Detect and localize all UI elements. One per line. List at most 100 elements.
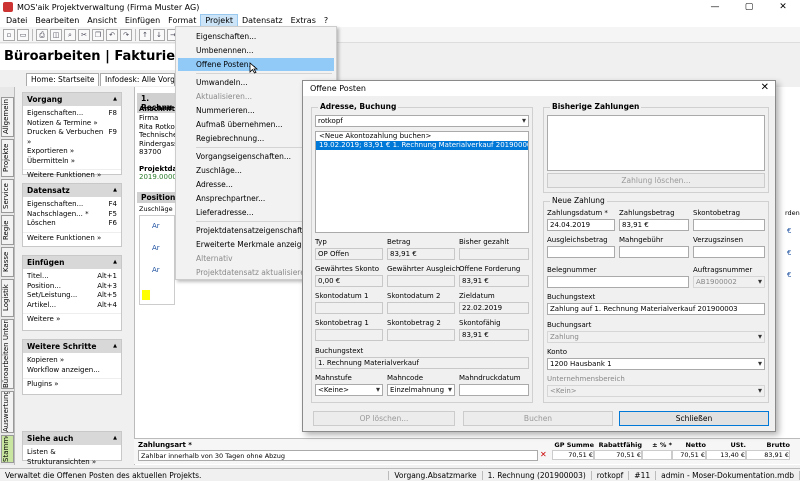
group-schritte-title[interactable]: Weitere Schritte <box>23 340 121 353</box>
open-icon[interactable]: ▭ <box>17 28 29 41</box>
side-more-link[interactable]: Weitere Funktionen » <box>23 231 121 244</box>
list-item[interactable]: <Neue Akontozahlung buchen> <box>316 132 528 141</box>
vtab-auswertungen[interactable]: Auswertungen <box>1 391 14 433</box>
op-loeschen-button[interactable]: OP löschen... <box>313 411 455 426</box>
schliessen-button[interactable]: Schließen <box>619 411 769 426</box>
clear-icon[interactable]: ✕ <box>540 450 547 459</box>
side-item[interactable]: Nachschlagen... * F5 <box>23 210 121 220</box>
mahncode-select[interactable]: Einzelmahnung <box>387 384 455 396</box>
side-item[interactable]: Listen & Strukturansichten » <box>23 448 121 467</box>
redo-icon[interactable]: ↷ <box>120 28 132 41</box>
projekt-value[interactable]: 2019.0000 <box>139 173 177 181</box>
group-datensatz-title[interactable]: Datensatz <box>23 184 121 197</box>
verzugszinsen-field[interactable] <box>693 246 765 258</box>
bisherige-zahlungen-list[interactable] <box>547 115 765 171</box>
tab-home[interactable]: Home: Startseite <box>26 73 99 86</box>
zahlungsbetrag-field[interactable]: 83,91 € <box>619 219 689 231</box>
side-item[interactable]: Exportieren » <box>23 147 121 157</box>
mahndruckdatum-field[interactable] <box>459 384 529 396</box>
unternehmensbereich-select[interactable]: <Kein> <box>547 385 765 397</box>
adresse-select[interactable]: rotkopf <box>315 115 529 127</box>
maximize-icon[interactable]: ▢ <box>732 2 766 12</box>
tab-infodesk[interactable]: Infodesk: Alle Vorgän <box>100 73 175 86</box>
vtab-kasse[interactable]: Kasse <box>1 247 14 277</box>
ausgleich-field <box>387 275 455 287</box>
side-item[interactable]: Drucken & Verbuchen » F9 <box>23 128 121 147</box>
belegnummer-field[interactable] <box>547 276 689 288</box>
side-more-link[interactable]: Weitere Funktionen » <box>23 169 121 181</box>
side-item-label: Workflow anzeigen... <box>27 365 100 374</box>
side-item[interactable]: Workflow anzeigen... <box>23 366 121 376</box>
group-einfuegen-title[interactable]: Einfügen <box>23 256 121 269</box>
auftragsnummer-label: Auftragsnummer <box>693 266 753 274</box>
menu-bearbeiten[interactable]: Bearbeiten <box>31 14 83 27</box>
vtab-allgemein[interactable]: Allgemein <box>1 97 14 137</box>
grid-row[interactable]: Ar <box>152 244 160 252</box>
side-more-link[interactable]: Weitere » <box>23 313 121 325</box>
side-item[interactable]: Titel... Alt+1 <box>23 272 121 282</box>
nz-buchungstext-field[interactable]: Zahlung auf 1. Rechnung Materialverkauf … <box>547 303 765 315</box>
up-icon[interactable]: ↑ <box>139 28 151 41</box>
mahnstufe-select[interactable]: <Keine> <box>315 384 383 396</box>
vtab-bueroarbeiten[interactable]: Büroarbeiten Unternehmer <box>1 319 14 389</box>
side-item[interactable]: Löschen F6 <box>23 219 121 229</box>
close-window-icon[interactable]: ✕ <box>766 2 800 12</box>
zahlungsdatum-field[interactable]: 24.04.2019 <box>547 219 615 231</box>
status-message: Verwaltet die Offenen Posten des aktuell… <box>0 470 390 480</box>
list-item-selected[interactable]: 19.02.2019; 83,91 € 1. Rechnung Material… <box>316 141 528 150</box>
side-item[interactable]: Eigenschaften... F4 <box>23 200 121 210</box>
new-icon[interactable]: ▫ <box>3 28 15 41</box>
side-item[interactable]: Notizen & Termine » <box>23 119 121 129</box>
skonto-label: Gewährtes Skonto <box>315 265 379 273</box>
side-item[interactable]: Position... Alt+3 <box>23 282 121 292</box>
vtab-logistik[interactable]: Logistik <box>1 279 14 317</box>
vtab-projekte[interactable]: Projekte <box>1 139 14 177</box>
buchungsart-label: Buchungsart <box>547 321 592 329</box>
positions-grid[interactable]: Ar Ar Ar <box>139 215 175 305</box>
buchen-button[interactable]: Buchen <box>463 411 613 426</box>
side-item[interactable]: Übermitteln » <box>23 157 121 167</box>
buchungsart-select[interactable]: Zahlung <box>547 331 765 343</box>
vtab-service[interactable]: Service <box>1 179 14 213</box>
side-item[interactable]: Kopieren » <box>23 356 121 366</box>
skontobetrag-field[interactable] <box>693 219 765 231</box>
side-item-label: Kopieren » <box>27 356 65 364</box>
group-suche-title[interactable]: Siehe auch <box>23 432 121 445</box>
ausgleichsbetrag-field[interactable] <box>547 246 615 258</box>
anschrift-block[interactable]: Firma Rita Rotkop Technische Rindergass … <box>139 114 179 157</box>
group-vorgang-title[interactable]: Vorgang <box>23 93 121 106</box>
offene-posten-list[interactable]: <Neue Akontozahlung buchen> 19.02.2019; … <box>315 131 529 233</box>
menu-datei[interactable]: Datei <box>2 14 31 27</box>
zahlungsart-field[interactable]: Zahlbar innerhalb von 30 Tagen ohne Abzu… <box>138 450 538 461</box>
cut-icon[interactable]: ✂ <box>78 28 90 41</box>
auftragsnummer-select[interactable]: AB1900002 <box>693 276 765 288</box>
menu-ansicht[interactable]: Ansicht <box>83 14 121 27</box>
menu-item-eigenschaften[interactable]: Eigenschaften... <box>178 30 334 43</box>
undo-icon[interactable]: ↶ <box>106 28 118 41</box>
konto-select[interactable]: 1200 Hausbank 1 <box>547 358 765 370</box>
totals-value[interactable] <box>642 450 672 460</box>
preview-icon[interactable]: ◫ <box>50 28 62 41</box>
vtab-regie[interactable]: Regie <box>1 215 14 245</box>
zahlung-loeschen-button[interactable]: Zahlung löschen... <box>547 173 765 188</box>
vtab-stammdaten[interactable]: Stammdaten <box>1 435 14 463</box>
down-icon[interactable]: ↓ <box>153 28 165 41</box>
minimize-icon[interactable]: — <box>698 2 732 12</box>
side-item[interactable]: Artikel... Alt+4 <box>23 301 121 311</box>
adresse-buchung-legend: Adresse, Buchung <box>318 102 399 111</box>
side-item[interactable]: Set/Leistung... Alt+5 <box>23 291 121 301</box>
menu-item-umbenennen[interactable]: Umbenennen... <box>178 44 334 57</box>
side-more-link[interactable]: Plugins » <box>23 378 121 390</box>
mahngebuehr-field[interactable] <box>619 246 689 258</box>
menu-einfuegen[interactable]: Einfügen <box>121 14 164 27</box>
side-item[interactable]: Eigenschaften... F8 <box>23 109 121 119</box>
print-icon[interactable]: ⎙ <box>36 28 48 41</box>
grid-row[interactable]: Ar <box>152 266 160 274</box>
copy-icon[interactable]: ❐ <box>92 28 104 41</box>
side-item-label: Drucken & Verbuchen » <box>27 128 104 146</box>
dialog-close-icon[interactable]: ✕ <box>761 82 769 93</box>
mahncode-label: Mahncode <box>387 374 424 382</box>
grid-row[interactable]: Ar <box>152 222 160 230</box>
side-item-key: Alt+1 <box>97 272 117 280</box>
find-icon[interactable]: ⌕ <box>64 28 76 41</box>
